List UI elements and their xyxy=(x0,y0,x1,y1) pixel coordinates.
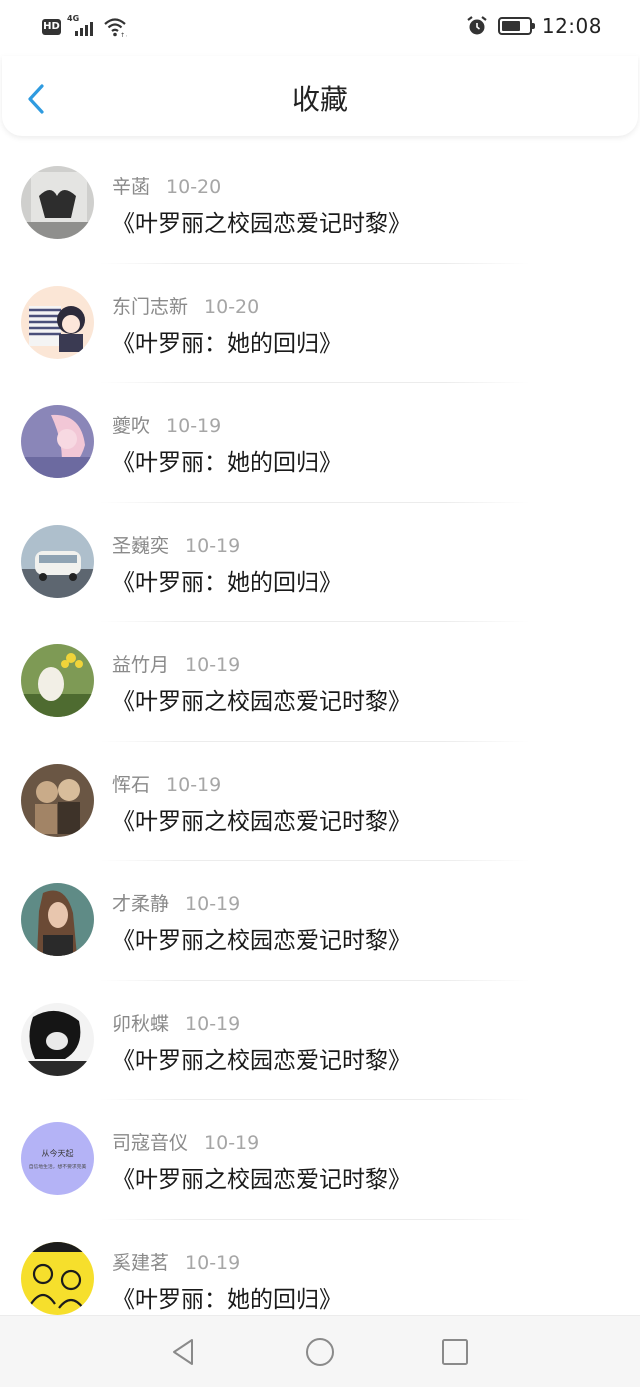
square-recents-icon xyxy=(442,1339,468,1365)
author-name: 卯秋蝶 xyxy=(112,1012,170,1035)
author-meta: 司寇音仪 10-19 xyxy=(112,1128,259,1155)
author-name: 恽石 xyxy=(112,773,151,796)
author-name: 益竹月 xyxy=(112,654,170,676)
author-meta: 恽石 10-19 xyxy=(112,770,221,797)
list-item[interactable]: 才柔静 10-19 《叶罗丽之校园恋爱记时黎》 xyxy=(0,861,640,981)
author-name: 圣巍奕 xyxy=(112,534,170,557)
avatar[interactable] xyxy=(21,285,94,359)
hd-badge: HD xyxy=(42,19,61,35)
list-item[interactable]: 益竹月 10-19 《叶罗丽之校园恋爱记时黎》 xyxy=(0,622,640,742)
author-meta: 益竹月 10-19 xyxy=(112,650,240,677)
post-title[interactable]: 《叶罗丽之校园恋爱记时黎》 xyxy=(112,204,411,238)
status-left: HD 4G ↑↓ xyxy=(42,14,127,38)
circle-home-icon xyxy=(306,1338,334,1366)
avatar[interactable] xyxy=(21,1241,94,1315)
avatar[interactable] xyxy=(21,1002,94,1076)
post-date: 10-19 xyxy=(185,534,241,557)
author-meta: 奚建茗 10-19 xyxy=(112,1248,240,1275)
list-item[interactable]: 夔吹 10-19 《叶罗丽：她的回归》 xyxy=(0,383,640,503)
post-date: 10-19 xyxy=(166,773,222,796)
triangle-back-icon xyxy=(173,1339,193,1365)
author-meta: 圣巍奕 10-19 xyxy=(112,531,240,558)
author-meta: 才柔静 10-19 xyxy=(112,889,240,916)
list-item[interactable]: 圣巍奕 10-19 《叶罗丽：她的回归》 xyxy=(0,503,640,622)
avatar[interactable] xyxy=(21,524,94,598)
list-item[interactable]: 从今天起 自信地生活，想不要求完美 司寇音仪 10-19 《叶罗丽之校园恋爱记时黎… xyxy=(0,1100,640,1220)
avatar[interactable] xyxy=(21,405,94,478)
alarm-clock-icon xyxy=(467,16,487,35)
post-date: 10-19 xyxy=(185,893,241,915)
favorites-list: 辛菡10-20 《叶罗丽之校园恋爱记时黎》 东门志新10-20 《叶罗丽：她 xyxy=(0,144,640,1339)
nav-back-button[interactable] xyxy=(168,1336,200,1368)
post-title[interactable]: 《叶罗丽之校园恋爱记时黎》 xyxy=(112,1041,411,1075)
post-date: 10-19 xyxy=(185,1012,241,1035)
author-name: 奚建茗 xyxy=(112,1251,170,1274)
post-date: 10-20 xyxy=(166,176,222,198)
author-meta: 卯秋蝶 10-19 xyxy=(112,1009,240,1036)
avatar[interactable] xyxy=(21,763,94,837)
post-title[interactable]: 《叶罗丽之校园恋爱记时黎》 xyxy=(112,921,411,955)
avatar[interactable] xyxy=(21,166,94,239)
post-title[interactable]: 《叶罗丽：她的回归》 xyxy=(112,563,342,597)
status-right: 12:08 xyxy=(466,14,602,38)
post-date: 10-19 xyxy=(185,654,241,676)
post-title[interactable]: 《叶罗丽：她的回归》 xyxy=(112,1280,342,1314)
post-title[interactable]: 《叶罗丽之校园恋爱记时黎》 xyxy=(112,1160,411,1194)
avatar-caption: 从今天起 xyxy=(42,1148,74,1158)
list-item[interactable]: 辛菡 10-20 《叶罗丽之校园恋爱记时黎》 xyxy=(0,144,640,264)
author-name: 夔吹 xyxy=(112,415,151,437)
author-name: 司寇音仪 xyxy=(112,1132,189,1154)
nav-home-button[interactable] xyxy=(304,1336,336,1368)
list-item[interactable]: 卯秋蝶 10-19 《叶罗丽之校园恋爱记时黎》 xyxy=(0,981,640,1100)
author-meta: 夔吹 10-19 xyxy=(112,411,221,438)
author-name: 才柔静 xyxy=(112,893,170,915)
post-date: 10-20 xyxy=(204,295,260,318)
post-date: 10-19 xyxy=(166,415,222,437)
signal-icon: 4G xyxy=(67,14,97,38)
author-name: 辛菡 xyxy=(112,176,151,198)
nav-recents-button[interactable] xyxy=(439,1336,471,1368)
avatar[interactable]: 从今天起 自信地生活，想不要求完美 xyxy=(21,1122,94,1195)
list-item[interactable]: 恽石 10-19 《叶罗丽之校园恋爱记时黎》 xyxy=(0,742,640,861)
post-title[interactable]: 《叶罗丽：她的回归》 xyxy=(112,443,342,477)
post-title[interactable]: 《叶罗丽之校园恋爱记时黎》 xyxy=(112,802,411,836)
system-nav-bar xyxy=(0,1315,640,1387)
battery-level xyxy=(501,21,520,31)
post-date: 10-19 xyxy=(185,1251,241,1274)
avatar-subcaption: 自信地生活，想不要求完美 xyxy=(29,1163,87,1170)
post-title[interactable]: 《叶罗丽之校园恋爱记时黎》 xyxy=(112,682,411,716)
favorites-screen: HD 4G ↑↓ xyxy=(0,0,640,1387)
wifi-icon: ↑↓ xyxy=(104,18,127,38)
author-name: 东门志新 xyxy=(112,295,189,318)
svg-text:↑↓: ↑↓ xyxy=(120,32,127,38)
avatar[interactable] xyxy=(21,883,94,956)
status-time: 12:08 xyxy=(541,14,602,38)
list-item[interactable]: 东门志新 10-20 《叶罗丽：她的回归》 xyxy=(0,264,640,383)
battery-icon xyxy=(497,17,535,35)
author-meta: 东门志新 10-20 xyxy=(112,292,259,319)
post-date: 10-19 xyxy=(204,1132,260,1154)
author-meta: 辛菡 10-20 xyxy=(112,172,221,199)
post-title[interactable]: 《叶罗丽：她的回归》 xyxy=(112,324,342,358)
app-header: 收藏 xyxy=(2,56,638,136)
page-title: 收藏 xyxy=(291,83,348,116)
avatar[interactable] xyxy=(21,644,94,717)
status-bar: HD 4G ↑↓ xyxy=(0,0,640,56)
